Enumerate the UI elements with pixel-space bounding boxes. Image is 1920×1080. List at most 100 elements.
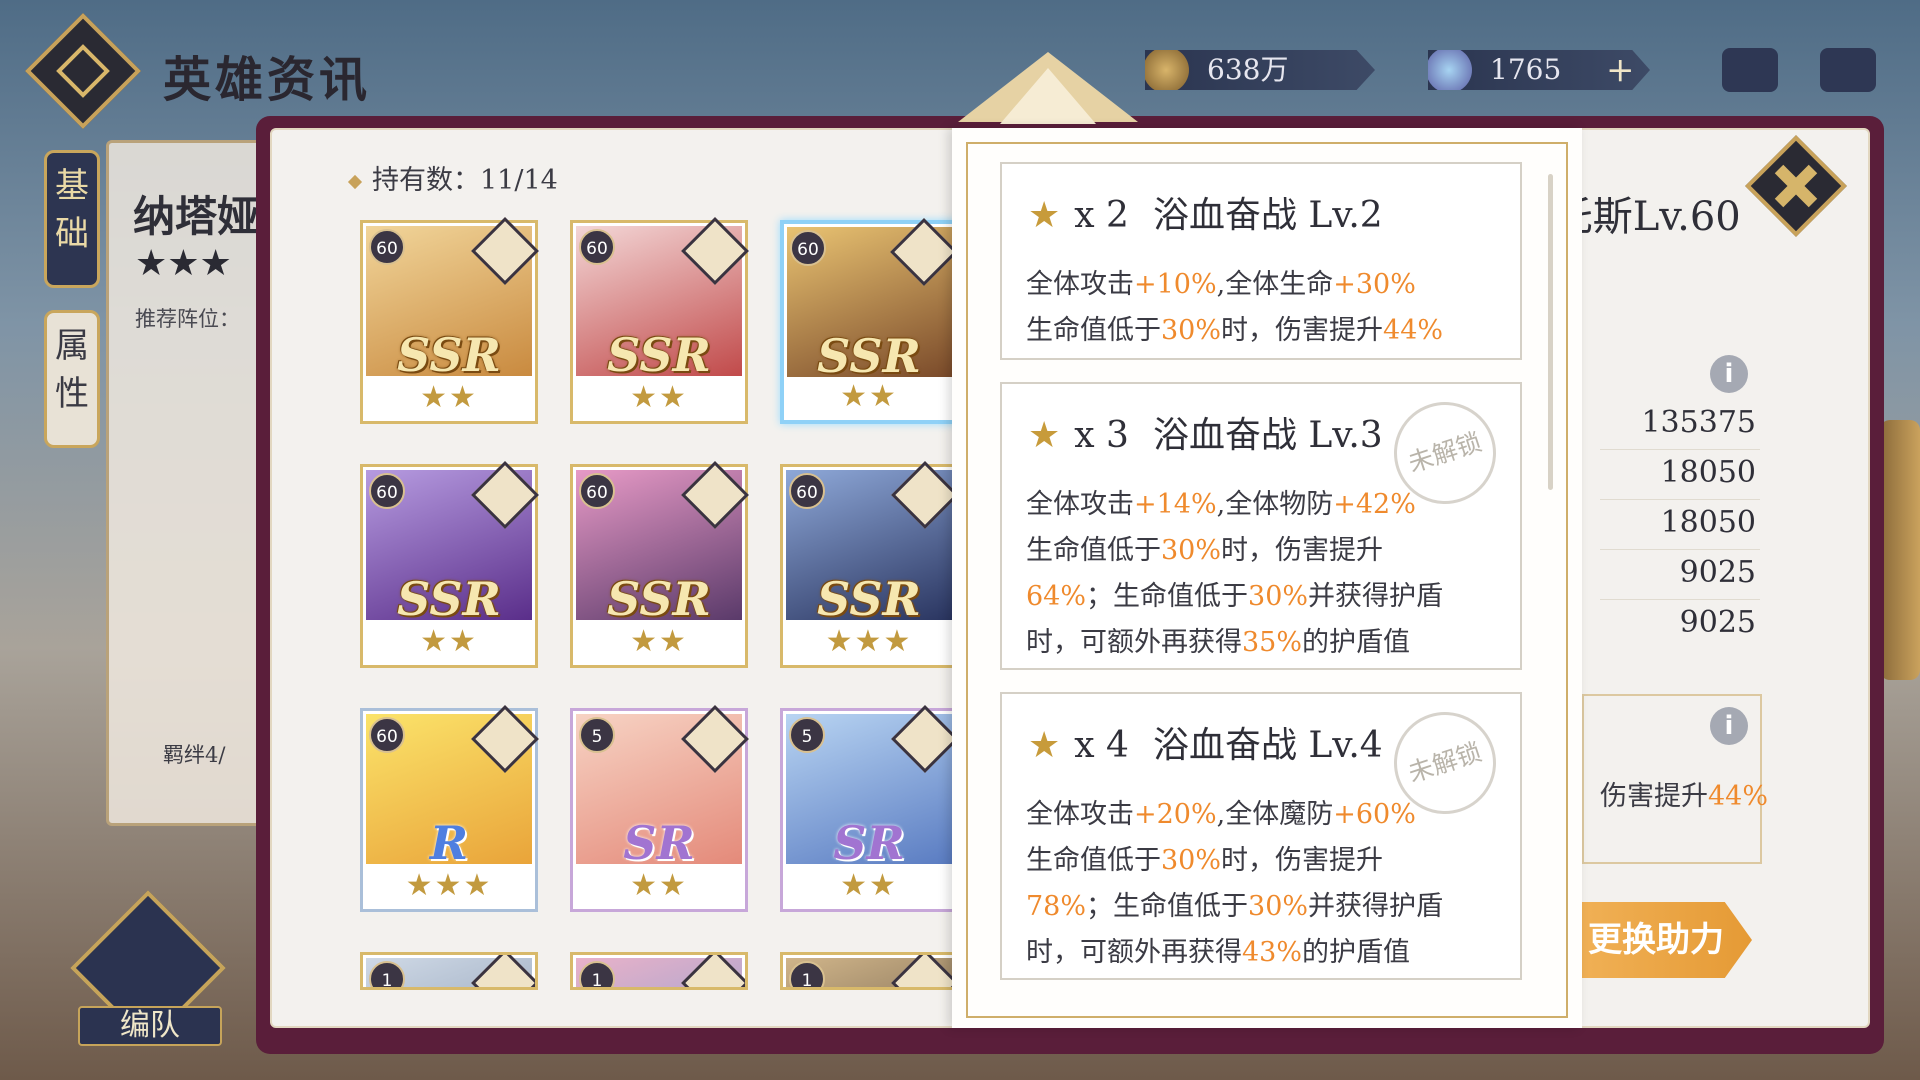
back-arrow-icon [56,44,110,98]
home-icon[interactable] [1820,48,1876,92]
hero-card[interactable]: 60 SSR ★★★ [780,461,959,668]
bonus-info-icon[interactable]: i [1710,707,1748,745]
hero-card-level: 60 [790,230,826,266]
bonus-value: +42% [1333,489,1416,520]
bonus-text: 时，伤害提升 [1221,845,1384,876]
hero-card[interactable]: 5 SR ★★ [780,705,959,912]
hero-card[interactable]: 60 SSR ★★ [570,461,749,668]
bonus-value: 30% [1248,891,1309,922]
hero-card[interactable]: 1 [780,952,958,990]
team-button[interactable]: 编队 [68,888,228,1048]
stat-value: 18050 [1660,505,1756,540]
hero-card-level: 60 [369,229,405,265]
hero-card[interactable]: 1 [570,952,748,990]
star-icon: ★ [1028,195,1061,236]
owned-count-label: 持有数： [372,165,480,196]
set-bonus-name: 浴血奋战 Lv.3 [1152,415,1383,456]
bonus-text: ,全体物防 [1216,489,1334,520]
set-bonus-name: 浴血奋战 Lv.2 [1152,195,1383,236]
bonus-value: 30% [1248,581,1309,612]
diamond-bullet-icon [347,174,363,189]
hero-stars: ★★★ [135,243,232,284]
hero-card[interactable]: 60 SSR ★★ [570,217,749,424]
set-bonus-title: ★ x 2 浴血奋战 Lv.2 [1028,186,1383,238]
owned-count-value: 11/14 [480,165,558,196]
bonus-text: ,全体魔防 [1216,799,1334,830]
hero-card-stars: ★★★ [825,624,913,659]
hero-card-level: 60 [789,473,825,509]
bonus-value: 30% [1161,845,1222,876]
gold-coin-icon [1145,50,1189,90]
back-button[interactable] [25,13,141,129]
set-bonus-title: ★ x 3 浴血奋战 Lv.3 [1028,406,1383,458]
bonus-text: 生命值低于 [1026,535,1161,566]
hero-card-level: 1 [789,961,825,987]
popup-scrollbar[interactable] [1548,174,1553,490]
hero-card-level: 5 [579,717,615,753]
hero-card[interactable]: 1 [360,952,538,990]
stats-info-icon[interactable]: i [1710,355,1748,393]
star-icon: ★ [1028,415,1061,456]
bonus-text: 并获得护盾 [1308,891,1444,922]
hero-card-level: 60 [369,717,405,753]
bonus-value: +30% [1333,269,1416,300]
hero-card-stars: ★★ [630,624,688,659]
hero-card[interactable]: 60 R ★★★ [360,705,539,912]
hero-card-level: 1 [369,961,405,987]
bonus-preview-text: 伤害提升44% [1600,774,1768,813]
hero-card-rarity: SSR [817,572,921,626]
hero-card-level: 5 [789,717,825,753]
bonus-text: 时，可额外再获得 [1026,937,1242,968]
stat-value: 9025 [1679,605,1756,640]
set-bonus-name: 浴血奋战 Lv.4 [1152,725,1383,766]
bonus-text: 生命值低于 [1026,845,1161,876]
set-bonus-line: 全体攻击+14%,全体物防+42% [1026,482,1416,521]
hero-card-level: 1 [579,961,615,987]
bonus-text: 时，伤害提升 [1221,315,1384,346]
team-button-label: 编队 [78,1006,222,1046]
bonus-preview-prefix: 伤害提升 [1600,781,1708,812]
gold-counter: 638万 [1145,50,1375,90]
owned-count: 持有数：11/14 [347,158,558,197]
hero-card-level: 60 [369,473,405,509]
gold-value: 638万 [1207,53,1289,86]
hero-card[interactable]: 60 SSR ★★ [360,461,539,668]
book-crest-inner [1000,68,1096,124]
hero-card[interactable]: 5 SR ★★ [570,705,749,912]
chat-icon[interactable] [1722,48,1778,92]
hero-card-stars: ★★ [630,868,688,903]
gem-counter: 1765 + [1428,50,1650,90]
set-bonus-count: x 3 [1074,415,1129,456]
stat-divider [1600,599,1760,600]
set-bonus-line: 时，可额外再获得43%的护盾值 [1026,930,1410,969]
bonus-preview-value: 44% [1708,781,1769,812]
hero-card-stars: ★★ [420,380,478,415]
hero-card-stars: ★★ [630,380,688,415]
hero-card-rarity: SSR [817,329,921,383]
tab-basic[interactable]: 基础 [44,150,100,288]
hero-card[interactable]: 60 SSR ★★ [780,218,958,424]
bonus-value: 64% [1026,581,1087,612]
hero-card-stars: ★★ [420,624,478,659]
set-bonus-line: 64%；生命值低于30%并获得护盾 [1026,574,1443,613]
bonus-text: ,全体生命 [1216,269,1334,300]
hero-card-stars: ★★★ [405,868,493,903]
hero-card-rarity: SR [623,816,695,870]
bonus-value: 44% [1383,315,1444,346]
set-bonus-line: 生命值低于30%时，伤害提升 [1026,528,1383,567]
star-icon: ★ [1028,725,1061,766]
add-gems-button[interactable]: + [1606,50,1635,90]
gem-icon [1428,50,1472,90]
set-bonus-line: 时，可额外再获得35%的护盾值 [1026,620,1410,659]
gem-value: 1765 [1490,53,1562,86]
bonus-text: 全体攻击 [1026,489,1134,520]
bonus-text: ；生命值低于 [1086,581,1249,612]
swap-support-button[interactable]: 更换助力 [1582,902,1752,978]
hero-name-partial: 纳塔娅 [133,192,260,241]
stat-value: 135375 [1641,405,1756,440]
hero-card[interactable]: 60 SSR ★★ [360,217,539,424]
set-bonus-count: x 4 [1074,725,1129,766]
bonus-value: +60% [1333,799,1416,830]
set-bonus-line: 全体攻击+10%,全体生命+30% [1026,262,1416,301]
tab-attributes[interactable]: 属性 [44,310,100,448]
